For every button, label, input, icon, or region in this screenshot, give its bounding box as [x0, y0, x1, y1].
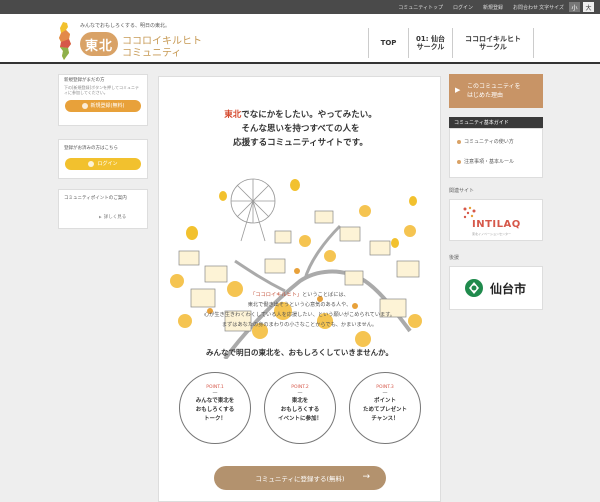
link-community-top[interactable]: コミュニティトップ — [398, 4, 443, 11]
point-2-text-2: おもしろくする — [280, 407, 320, 413]
register-box: 新規登録がまだの方 下の[新規登録]ボタンを押してコミュニティに参加してください… — [58, 74, 148, 126]
community-register-label: コミュニティに登録する(無料) — [255, 475, 345, 483]
point-1-text-1: みんなで東北を — [195, 398, 235, 404]
link-contact[interactable]: お問合わせ — [513, 4, 538, 11]
font-size-label: 文字サイズ — [539, 4, 564, 11]
point-1-text-3: トーク！ — [203, 416, 226, 422]
utility-bar: コミュニティトップ ログイン 新規登録 お問合わせ 文字サイズ 小 大 — [0, 0, 600, 14]
point-3-text-3: チャンス！ — [371, 416, 399, 422]
login-title: 登録がお済みの方はこちら — [64, 146, 118, 151]
point-3-text-1: ポイント — [373, 398, 396, 404]
site-header: みんなでおもしろくする、明日の東北。 東北 ココロイキルヒト コミュニティ TO… — [0, 14, 600, 64]
about-reason-button[interactable]: ▶ このコミュニティを はじめた理由 — [449, 74, 543, 108]
guide-item-rules-label: 注意事項・基本ルール — [464, 159, 515, 165]
register-button[interactable]: 新規登録(無料) — [65, 99, 141, 112]
guide-header: コミュニティ基本ガイド — [449, 117, 543, 128]
intilaq-logo-text: INTILAQ — [472, 219, 521, 230]
login-box: 登録がお済みの方はこちら ログイン — [58, 139, 148, 179]
register-button-label: 新規登録(無料) — [90, 103, 125, 110]
login-button[interactable]: ログイン — [65, 157, 141, 170]
catch-copy: みんなで明日の東北を、おもしろくしていきませんか。 — [206, 348, 393, 357]
intro-line4: まずはあなたの身のまわりの小さなことからでも、かまいません。 — [221, 322, 378, 328]
global-nav: TOP 01: 仙台 サークル ココロイキルヒト サークル — [368, 28, 534, 58]
sendai-logo-text: 仙台市 — [490, 282, 527, 296]
intro-line3: 心が生き生きわくわくしている人を応援したい、という願いがこめられています。 — [203, 312, 396, 318]
login-button-label: ログイン — [97, 161, 118, 168]
register-desc: 下の[新規登録]ボタンを押してコミュニティに参加してください。 — [64, 84, 140, 96]
guide-item-usage-label: コミュニティの使い方 — [464, 139, 514, 145]
about-line2: はじめた理由 — [467, 92, 504, 99]
support-label: 後援 — [449, 255, 460, 261]
point-2-text-1: 東北を — [291, 398, 309, 404]
utility-links: コミュニティトップ ログイン 新規登録 お問合わせ — [398, 0, 538, 14]
intro-line2: 東北で働き出そうという心意気のある人や、 — [247, 302, 352, 308]
point-1: POINT.1 — みんなで東北を おもしろくする トーク！ — [179, 372, 251, 444]
font-small-button[interactable]: 小 — [569, 2, 580, 12]
main-text-layer: 「ココロイキルヒト」ということばには、 東北で働き出そうという心意気のある人や、… — [158, 76, 441, 502]
nav-kokoro-circle[interactable]: ココロイキルヒト サークル — [452, 28, 534, 58]
intilaq-subtitle: 東北イノベーションセンター — [472, 232, 511, 236]
tohoku-map-icon — [59, 22, 71, 60]
nav-sendai-circle[interactable]: 01: 仙台 サークル — [408, 28, 452, 58]
points-title: コミュニティポイントのご案内 — [64, 196, 127, 201]
guide-list: コミュニティの使い方 注意事項・基本ルール — [449, 128, 543, 178]
point-2-dash: — — [297, 390, 303, 396]
intro-quote: 「ココロイキルヒト」 — [250, 292, 303, 298]
link-register[interactable]: 新規登録 — [483, 4, 503, 11]
about-line1: このコミュニティを — [467, 83, 521, 90]
register-title: 新規登録がまだの方 — [64, 78, 105, 83]
logo-title-line2[interactable]: コミュニティ — [122, 44, 181, 59]
intro-line1: ということばには、 — [302, 292, 349, 298]
intilaq-banner[interactable]: INTILAQ 東北イノベーションセンター — [449, 199, 543, 241]
point-2: POINT.2 — 東北を おもしろくする イベントに参加！ — [264, 372, 336, 444]
font-large-button[interactable]: 大 — [583, 2, 594, 12]
font-size-switcher: 文字サイズ 小 大 — [539, 2, 594, 12]
guide-item-rules[interactable]: 注意事項・基本ルール — [450, 145, 542, 165]
point-1-dash: — — [212, 390, 218, 396]
site-tagline: みんなでおもしろくする、明日の東北。 — [80, 23, 171, 29]
play-arrow-icon: ▶ — [455, 86, 461, 94]
community-register-button[interactable]: コミュニティに登録する(無料) → — [214, 466, 386, 490]
point-3-dash: — — [382, 390, 388, 396]
link-login[interactable]: ログイン — [453, 4, 473, 11]
point-2-text-3: イベントに参加！ — [277, 416, 322, 422]
intilaq-logo-icon — [463, 206, 476, 219]
point-3: POINT.3 — ポイント ためてプレゼント チャンス！ — [349, 372, 421, 444]
points-row: POINT.1 — みんなで東北を おもしろくする トーク！ POINT.2 —… — [175, 372, 425, 448]
point-3-text-2: ためてプレゼント — [362, 407, 407, 413]
nav-top[interactable]: TOP — [368, 28, 408, 58]
logo-tohoku-mark[interactable]: 東北 — [80, 32, 118, 56]
point-1-text-2: おもしろくする — [195, 407, 235, 413]
points-link[interactable]: 詳しく見る — [59, 212, 147, 226]
arrow-right-icon: → — [362, 472, 370, 482]
sendai-city-banner[interactable]: 仙台市 — [449, 266, 543, 310]
guide-item-usage[interactable]: コミュニティの使い方 — [450, 129, 542, 145]
sendai-crest-icon — [465, 279, 483, 297]
points-box: コミュニティポイントのご案内 詳しく見る — [58, 189, 148, 229]
key-icon — [88, 160, 95, 167]
intro-paragraph: 「ココロイキルヒト」ということばには、 東北で働き出そうという心意気のある人や、… — [158, 290, 441, 330]
user-plus-icon — [81, 102, 88, 109]
related-sites-label: 関連サイト — [449, 188, 475, 194]
